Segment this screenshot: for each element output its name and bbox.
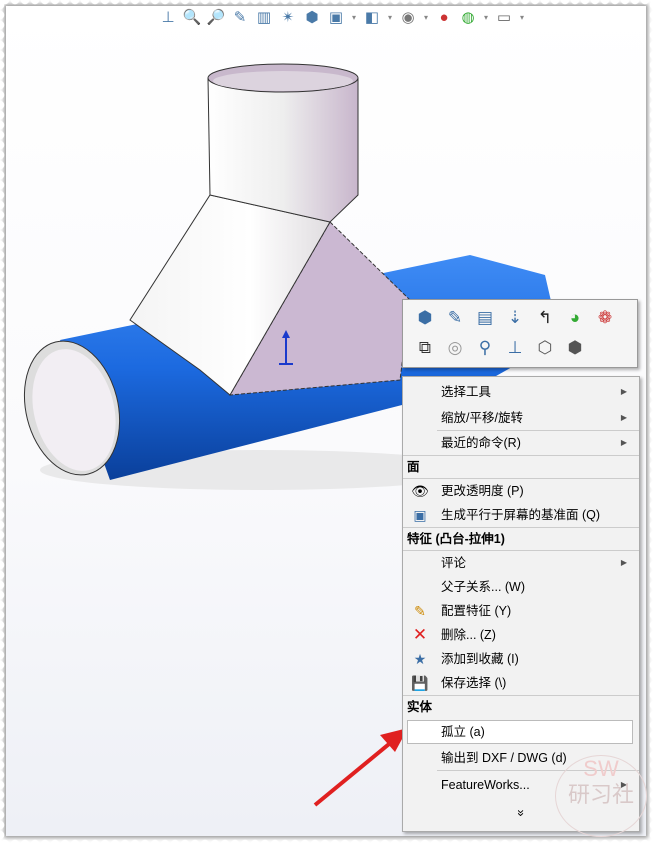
menu-item-delete[interactable]: ✕ 删除... (Z) <box>403 623 639 647</box>
menu-item-plane-parallel-screen[interactable]: ▣ 生成平行于屏幕的基准面 (Q) <box>403 503 639 527</box>
submenu-arrow-icon: ▶ <box>620 387 627 396</box>
plane-screen-icon: ▣ <box>413 507 427 523</box>
delete-x-icon: ✕ <box>412 625 428 644</box>
context-menu: 选择工具 ▶ 缩放/平移/旋转 ▶ 最近的命令(R) ▶ 面 👁 更改透明度 (P) ▣… <box>402 376 640 832</box>
menu-item-configure-feature[interactable]: ✎ 配置特征 (Y) <box>403 599 639 623</box>
appearance-icon[interactable]: ⬢ <box>413 306 437 330</box>
menu-item-save-selection[interactable]: 💾 保存选择 (\) <box>403 671 639 695</box>
select-other-icon[interactable]: ⧉ <box>413 336 437 360</box>
menu-label: 删除... (Z) <box>441 628 496 642</box>
context-toolbar: ⬢ ✎ ▤ ⇣ ↰ ◕ ❁ ⧉ ◎ ⚲ ⊥ ⬡ ⬢ <box>402 299 638 368</box>
transparency-icon: 👁 <box>411 483 429 499</box>
edit-color-icon[interactable]: ◕ <box>563 306 587 330</box>
menu-label: 评论 <box>441 556 467 570</box>
save-selection-icon: 💾 <box>411 675 429 691</box>
separator <box>437 770 639 771</box>
menu-label: 配置特征 (Y) <box>441 604 512 618</box>
section-header-feature: 特征 (凸台-拉伸1) <box>403 527 639 551</box>
menu-label: 添加到收藏 (I) <box>441 652 519 666</box>
favorite-folder-icon: ★ <box>413 651 427 667</box>
section-header-face: 面 <box>403 455 639 479</box>
submenu-arrow-icon: ▶ <box>620 413 627 422</box>
undo-arrow-icon[interactable]: ↰ <box>533 306 557 330</box>
menu-label: 保存选择 (\) <box>441 676 507 690</box>
submenu-arrow-icon: ▶ <box>620 558 627 567</box>
rollback-icon[interactable]: ⇣ <box>503 306 527 330</box>
view-cube-icon[interactable]: ⬢ <box>563 336 587 360</box>
menu-label: 父子关系... (W) <box>441 580 526 594</box>
submenu-arrow-icon: ▶ <box>620 780 627 789</box>
menu-item-recent-commands[interactable]: 最近的命令(R) ▶ <box>403 431 639 455</box>
menu-item-parent-child[interactable]: 父子关系... (W) <box>403 575 639 599</box>
menu-item-select-tools[interactable]: 选择工具 ▶ <box>403 380 639 404</box>
isometric-view-icon[interactable]: ⬡ <box>533 336 557 360</box>
menu-label: 孤立 (a) <box>441 725 485 739</box>
menu-label: 输出到 DXF / DWG (d) <box>441 751 567 765</box>
menu-item-add-favorite[interactable]: ★ 添加到收藏 (I) <box>403 647 639 671</box>
menu-item-export-dxf[interactable]: 输出到 DXF / DWG (d) <box>403 746 639 770</box>
edit-sketch-icon[interactable]: ✎ <box>443 306 467 330</box>
configure-pencil-icon: ✎ <box>414 603 426 619</box>
menu-label: 最近的命令(R) <box>441 436 521 450</box>
menu-label: 缩放/平移/旋转 <box>441 411 523 425</box>
appearance-dropdown-icon[interactable]: ❁ <box>593 306 617 330</box>
menu-label: 更改透明度 (P) <box>441 484 524 498</box>
submenu-arrow-icon: ▶ <box>620 438 627 447</box>
menu-item-change-transparency[interactable]: 👁 更改透明度 (P) <box>403 479 639 503</box>
hide-icon[interactable]: ◎ <box>443 336 467 360</box>
menu-item-featureworks[interactable]: FeatureWorks... ▶ <box>403 773 639 797</box>
section-header-body: 实体 <box>403 695 639 718</box>
menu-expand-button[interactable]: » <box>509 803 533 823</box>
menu-label: 选择工具 <box>441 385 492 399</box>
menu-item-isolate[interactable]: 孤立 (a) <box>407 720 633 744</box>
menu-item-zoom-pan-rotate[interactable]: 缩放/平移/旋转 ▶ <box>403 406 639 430</box>
menu-label: 生成平行于屏幕的基准面 (Q) <box>441 508 601 522</box>
zoom-to-selection-icon[interactable]: ⚲ <box>473 336 497 360</box>
menu-item-comment[interactable]: 评论 ▶ <box>403 551 639 575</box>
menu-label: FeatureWorks... <box>441 778 530 792</box>
chevron-double-down-icon: » <box>514 809 528 817</box>
red-arrow <box>313 733 402 807</box>
edit-feature-icon[interactable]: ▤ <box>473 306 497 330</box>
normal-to-icon[interactable]: ⊥ <box>503 336 527 360</box>
